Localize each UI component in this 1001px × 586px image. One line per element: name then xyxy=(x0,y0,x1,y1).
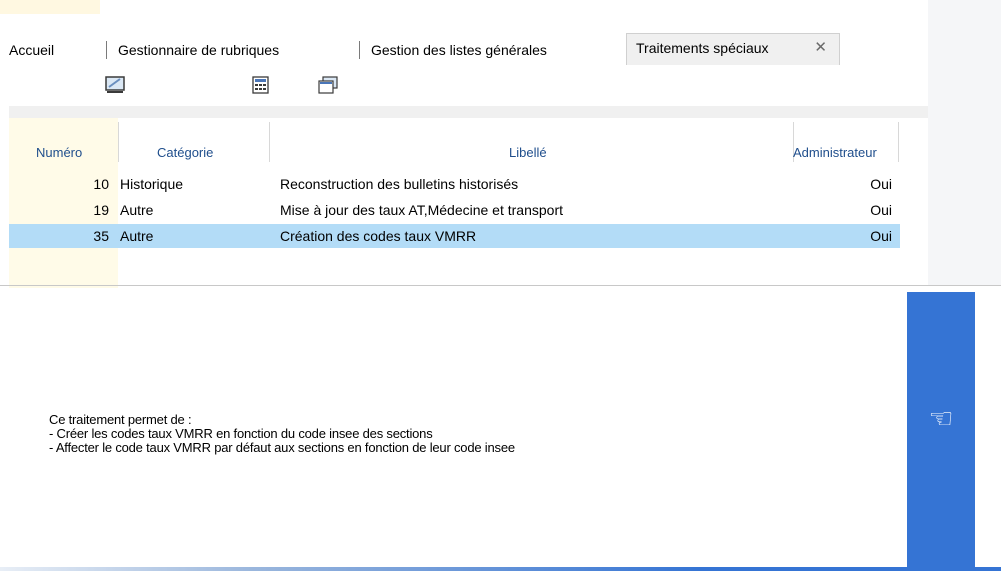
tab-active-label: Traitements spéciaux xyxy=(636,40,769,56)
column-header-numero[interactable]: Numéro xyxy=(36,145,82,160)
treatment-description: Ce traitement permet de : - Créer les co… xyxy=(49,413,889,455)
cell-libelle: Reconstruction des bulletins historisés xyxy=(280,176,519,192)
column-header-categorie[interactable]: Catégorie xyxy=(157,145,213,160)
table-row[interactable]: 10 Historique Reconstruction des bulleti… xyxy=(9,172,900,196)
column-separator xyxy=(269,122,270,162)
cell-administrateur: Oui xyxy=(870,176,892,192)
tab-listes-label: Gestion des listes générales xyxy=(371,42,547,58)
cell-categorie: Autre xyxy=(120,228,154,244)
monitor-icon[interactable] xyxy=(105,76,125,94)
cell-numero: 35 xyxy=(93,228,109,244)
toolbar-separator xyxy=(9,106,928,118)
tab-traitements-speciaux[interactable]: Traitements spéciaux ✕ xyxy=(626,33,840,65)
description-line: Ce traitement permet de : xyxy=(49,412,192,427)
tab-separator xyxy=(106,41,107,59)
column-separator xyxy=(898,122,899,162)
cell-libelle: Création des codes taux VMRR xyxy=(280,228,477,244)
tab-accueil-label: Accueil xyxy=(9,42,55,58)
cell-libelle: Mise à jour des taux AT,Médecine et tran… xyxy=(280,202,563,218)
calculator-icon[interactable] xyxy=(251,76,271,94)
tab-rubriques-label: Gestionnaire de rubriques xyxy=(118,42,280,58)
cell-categorie: Autre xyxy=(120,202,154,218)
run-treatment-button[interactable]: ☜ xyxy=(907,292,975,568)
tab-gestionnaire-rubriques[interactable]: Gestionnaire de rubriques xyxy=(106,37,279,63)
cell-numero: 19 xyxy=(93,202,109,218)
yellow-accent xyxy=(0,0,100,14)
pointing-hand-icon: ☜ xyxy=(928,403,954,434)
cell-administrateur: Oui xyxy=(870,228,892,244)
tab-bar: Accueil Gestionnaire de rubriques Gestio… xyxy=(0,33,928,65)
tab-gestion-listes[interactable]: Gestion des listes générales xyxy=(359,37,547,63)
bottom-spacer xyxy=(0,571,1001,586)
column-header-libelle[interactable]: Libellé xyxy=(509,145,547,160)
cell-numero: 10 xyxy=(93,176,109,192)
description-line: - Créer les codes taux VMRR en fonction … xyxy=(49,426,433,441)
column-separator xyxy=(118,122,119,162)
cell-administrateur: Oui xyxy=(870,202,892,218)
tab-accueil[interactable]: Accueil xyxy=(9,37,54,63)
treatments-grid: Numéro Catégorie Libellé Administrateur … xyxy=(9,118,901,288)
toolbar xyxy=(0,66,928,106)
table-row[interactable]: 19 Autre Mise à jour des taux AT,Médecin… xyxy=(9,198,900,222)
description-line: - Affecter le code taux VMRR par défaut … xyxy=(49,440,515,455)
panel-divider xyxy=(0,285,1001,286)
close-icon[interactable]: ✕ xyxy=(814,34,827,62)
tab-separator xyxy=(359,41,360,59)
column-header-administrateur[interactable]: Administrateur xyxy=(793,145,877,160)
window-icon[interactable] xyxy=(318,76,338,94)
cell-categorie: Historique xyxy=(120,176,184,192)
right-strip xyxy=(928,0,1001,285)
table-row-selected[interactable]: 35 Autre Création des codes taux VMRR Ou… xyxy=(9,224,900,248)
